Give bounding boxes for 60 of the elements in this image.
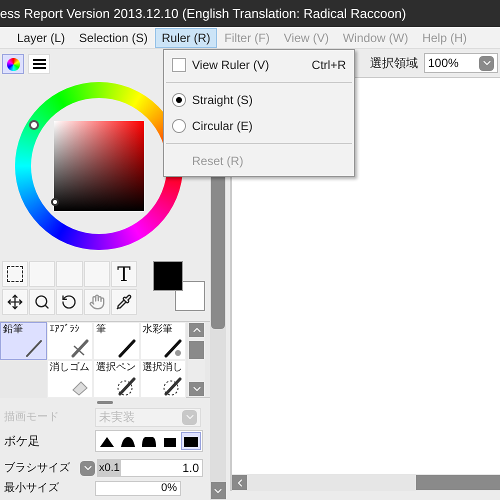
scrollbar[interactable] bbox=[188, 322, 205, 397]
move-icon bbox=[7, 294, 24, 310]
setting-label: ブラシサイズ bbox=[4, 460, 71, 476]
scroll-thumb[interactable] bbox=[189, 340, 204, 358]
multiplier-label: x0.1 bbox=[98, 460, 121, 476]
menu-item[interactable]: Ruler (R) bbox=[154, 28, 218, 48]
scroll-left-button[interactable] bbox=[232, 475, 247, 490]
window-title: ess Report Version 2013.12.10 (English Translation: Radical Raccoon) bbox=[0, 4, 406, 23]
brush-size-value: 1.0 bbox=[182, 460, 199, 477]
radio-button[interactable] bbox=[172, 93, 186, 107]
brush-button[interactable]: 筆 bbox=[93, 322, 140, 360]
brush-button[interactable]: 水彩筆 bbox=[140, 322, 186, 360]
brush-button[interactable]: 消しゴム bbox=[46, 360, 93, 398]
brush-button[interactable]: 選択消し bbox=[140, 360, 186, 398]
hand-icon bbox=[88, 294, 105, 310]
saturation-square[interactable] bbox=[54, 121, 144, 211]
hue-handle[interactable] bbox=[29, 120, 39, 130]
menu-item[interactable]: Circular (E) bbox=[164, 113, 354, 139]
radio-button[interactable] bbox=[172, 119, 186, 133]
tool-button[interactable] bbox=[2, 288, 28, 314]
brush-size-field[interactable]: x0.1 1.0 bbox=[97, 459, 203, 477]
checkbox[interactable] bbox=[172, 58, 186, 72]
min-size-field[interactable]: 0% bbox=[95, 480, 181, 496]
tool-button[interactable] bbox=[110, 288, 137, 314]
tool-label: T bbox=[117, 264, 131, 284]
blur-shape-button[interactable] bbox=[181, 432, 201, 450]
zoom-select[interactable]: 100% bbox=[424, 53, 498, 73]
dropdown-button[interactable] bbox=[80, 460, 95, 476]
scroll-up-button[interactable] bbox=[189, 323, 204, 337]
eyedropper-icon bbox=[116, 294, 132, 310]
foreground-color-swatch[interactable] bbox=[153, 261, 183, 291]
horizontal-scrollbar[interactable] bbox=[230, 474, 500, 491]
dropdown-button[interactable] bbox=[479, 56, 494, 70]
tool-button[interactable] bbox=[2, 261, 28, 287]
background-color-swatch[interactable] bbox=[175, 281, 205, 311]
menu-item[interactable]: Selection (S) bbox=[72, 28, 155, 48]
canvas-toolbar-label: 選択領域 bbox=[370, 55, 418, 72]
color-wheel-icon bbox=[6, 58, 20, 70]
brush-button[interactable]: ｴｱﾌﾞﾗｼ bbox=[46, 322, 93, 360]
brush-button[interactable]: 鉛筆 bbox=[0, 322, 46, 360]
menu-item[interactable]: View Ruler (V) Ctrl+R bbox=[164, 52, 354, 78]
menu-item[interactable]: Straight (S) bbox=[164, 87, 354, 113]
resize-handle[interactable] bbox=[97, 400, 113, 404]
shortcut-label: Ctrl+R bbox=[312, 57, 346, 74]
brush-button[interactable]: 選択ペン bbox=[93, 360, 140, 398]
rotate-icon bbox=[61, 294, 78, 310]
color-mode-button[interactable] bbox=[28, 54, 50, 74]
zoom-icon bbox=[34, 294, 50, 310]
menu-item[interactable]: Layer (L) bbox=[10, 28, 72, 48]
tool-button[interactable]: T bbox=[110, 261, 137, 287]
tool-button[interactable] bbox=[29, 288, 56, 314]
color-mode-button[interactable] bbox=[2, 54, 24, 74]
scroll-down-button[interactable] bbox=[210, 482, 226, 499]
selection-icon bbox=[7, 266, 24, 282]
bars-icon bbox=[32, 59, 46, 69]
setting-label: 最小サイズ bbox=[4, 482, 60, 494]
tool-button[interactable] bbox=[56, 288, 83, 314]
setting-label: ボケ足 bbox=[4, 433, 41, 450]
scroll-down-button[interactable] bbox=[189, 382, 204, 396]
scroll-thumb[interactable] bbox=[416, 475, 500, 490]
